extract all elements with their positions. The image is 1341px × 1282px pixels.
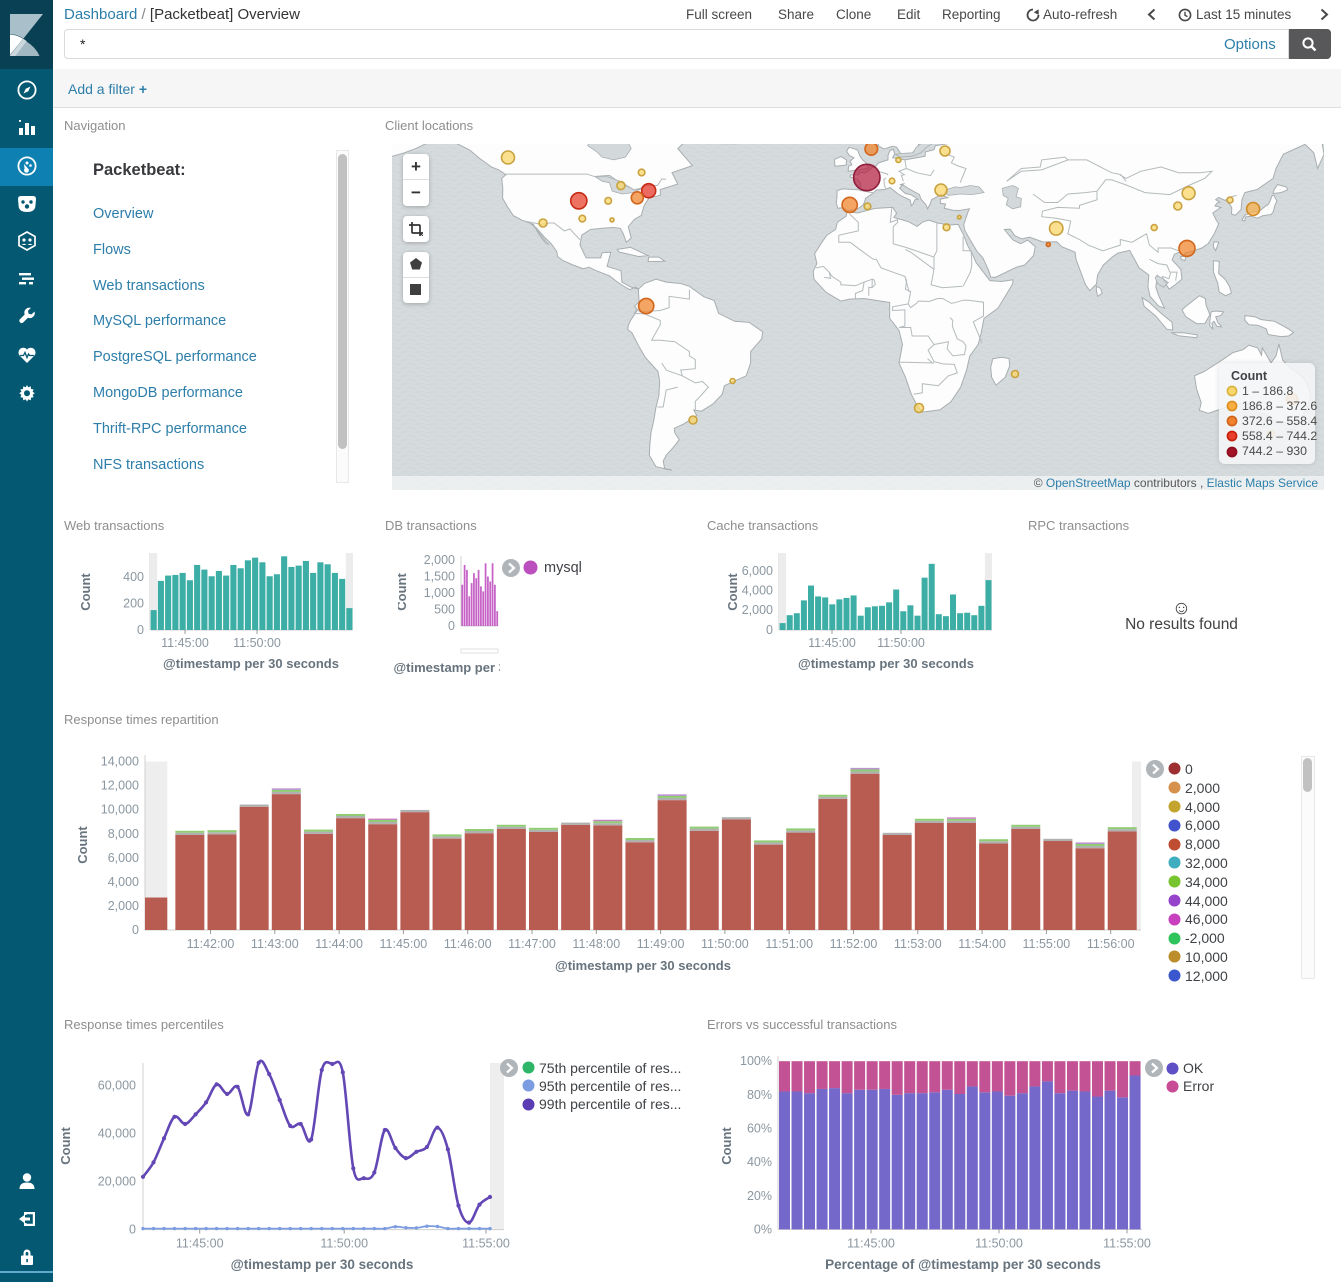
svg-text:@timestamp per 30 seconds: @timestamp per 30 seconds: [555, 958, 731, 973]
svg-text:500: 500: [434, 603, 455, 617]
svg-text:11:54:00: 11:54:00: [958, 937, 1006, 951]
svg-text:1,500: 1,500: [424, 570, 455, 584]
svg-text:11:55:00: 11:55:00: [1103, 1236, 1151, 1250]
svg-text:11:50:00: 11:50:00: [975, 1236, 1023, 1250]
svg-text:11:50:00: 11:50:00: [701, 937, 749, 951]
svg-text:11:46:00: 11:46:00: [444, 937, 492, 951]
svg-text:400: 400: [123, 570, 144, 584]
svg-text:11:45:00: 11:45:00: [380, 937, 428, 951]
svg-text:12,000: 12,000: [101, 779, 139, 793]
svg-text:200: 200: [123, 597, 144, 611]
svg-text:0: 0: [132, 923, 139, 937]
svg-text:11:45:00: 11:45:00: [808, 636, 856, 650]
svg-text:Count: Count: [75, 826, 90, 864]
svg-text:11:52:00: 11:52:00: [830, 937, 878, 951]
svg-text:2,000: 2,000: [424, 553, 455, 567]
svg-text:0: 0: [137, 623, 144, 637]
svg-text:80%: 80%: [747, 1088, 772, 1102]
svg-text:4,000: 4,000: [742, 584, 773, 598]
svg-text:4,000: 4,000: [108, 875, 139, 889]
svg-text:Count: Count: [78, 573, 93, 611]
svg-text:6,000: 6,000: [108, 851, 139, 865]
svg-text:40%: 40%: [747, 1155, 772, 1169]
svg-text:11:45:00: 11:45:00: [161, 636, 209, 650]
svg-text:Count: Count: [725, 573, 740, 611]
svg-text:40,000: 40,000: [98, 1127, 136, 1141]
svg-text:Count: Count: [398, 573, 409, 611]
svg-text:11:43:00: 11:43:00: [251, 937, 299, 951]
svg-text:@timestamp per 30 seconds: @timestamp per 30 seconds: [231, 1257, 414, 1272]
svg-text:Count: Count: [719, 1127, 734, 1165]
svg-text:@timestamp per 30 seconds: @timestamp per 30 seconds: [163, 656, 339, 671]
svg-text:2,000: 2,000: [742, 603, 773, 617]
svg-text:@timestamp per 30 seconds: @timestamp per 30 seconds: [798, 656, 974, 671]
svg-text:11:50:00: 11:50:00: [233, 636, 281, 650]
svg-text:2,000: 2,000: [108, 899, 139, 913]
svg-text:60%: 60%: [747, 1122, 772, 1136]
svg-text:10,000: 10,000: [101, 803, 139, 817]
svg-text:11:50:00: 11:50:00: [877, 636, 925, 650]
svg-text:0: 0: [448, 619, 455, 633]
svg-text:100%: 100%: [740, 1054, 772, 1068]
svg-text:11:48:00: 11:48:00: [572, 937, 620, 951]
svg-text:11:55:00: 11:55:00: [1023, 937, 1071, 951]
svg-text:1,000: 1,000: [424, 586, 455, 600]
svg-text:14,000: 14,000: [101, 755, 139, 769]
svg-text:11:42:00: 11:42:00: [187, 937, 235, 951]
svg-text:11:53:00: 11:53:00: [894, 937, 942, 951]
svg-text:60,000: 60,000: [98, 1079, 136, 1093]
svg-text:0: 0: [766, 623, 773, 637]
svg-text:11:44:00: 11:44:00: [315, 937, 363, 951]
svg-text:0%: 0%: [754, 1222, 772, 1236]
svg-text:11:49:00: 11:49:00: [637, 937, 685, 951]
svg-text:0: 0: [129, 1223, 136, 1237]
svg-text:11:45:00: 11:45:00: [847, 1236, 895, 1250]
svg-text:20%: 20%: [747, 1189, 772, 1203]
svg-text:11:55:00: 11:55:00: [462, 1237, 510, 1251]
svg-text:11:45:00: 11:45:00: [176, 1237, 224, 1251]
svg-text:11:56:00: 11:56:00: [1087, 937, 1135, 951]
svg-text:6,000: 6,000: [742, 564, 773, 578]
svg-text:11:50:00: 11:50:00: [320, 1237, 368, 1251]
svg-text:Percentage of @timestamp per 3: Percentage of @timestamp per 30 seconds: [825, 1257, 1101, 1272]
svg-text:8,000: 8,000: [108, 827, 139, 841]
svg-text:11:51:00: 11:51:00: [765, 937, 813, 951]
svg-text:Count: Count: [58, 1127, 73, 1165]
svg-text:11:47:00: 11:47:00: [508, 937, 556, 951]
svg-text:20,000: 20,000: [98, 1175, 136, 1189]
